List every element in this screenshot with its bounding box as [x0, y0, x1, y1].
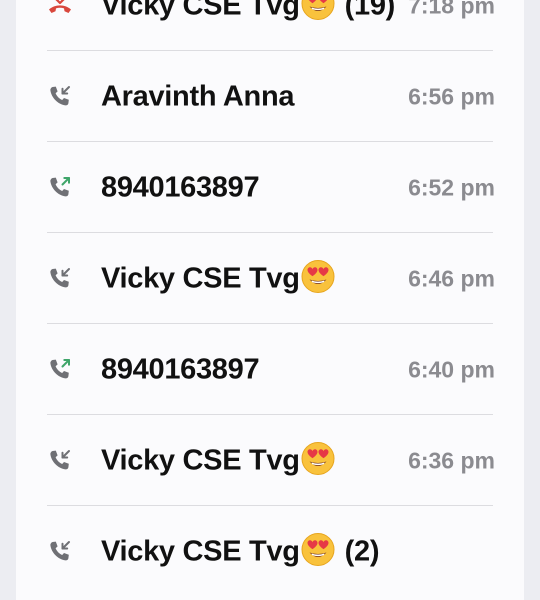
missed-call-icon: [49, 0, 71, 13]
contact-name-text: Vicky CSE Tvg: [101, 444, 300, 476]
call-log-item[interactable]: Aravinth Anna 6:56 pm: [16, 51, 524, 142]
call-time: 6:46 pm: [408, 265, 495, 291]
call-log-item[interactable]: Vicky CSE Tvg (19) 7:18 pm: [16, 0, 524, 51]
heart-eyes-emoji: [301, 441, 335, 475]
contact-name-text: 8940163897: [101, 353, 260, 385]
contact-name-text: 8940163897: [101, 171, 260, 203]
call-time: 6:52 pm: [408, 174, 495, 200]
outgoing-call-icon: [50, 176, 70, 196]
call-log-item[interactable]: 8940163897 6:40 pm: [16, 324, 524, 415]
call-log-item[interactable]: Vicky CSE Tvg (2): [16, 506, 524, 597]
call-time: 7:18 pm: [408, 0, 495, 18]
contact-name-text: Aravinth Anna: [101, 80, 295, 112]
incoming-call-icon: [50, 449, 70, 469]
call-log-list: Vicky CSE Tvg (19) 7:18 pm Aravinth Anna…: [16, 0, 524, 600]
contact-name: Vicky CSE Tvg (19): [101, 0, 395, 22]
call-time: 6:56 pm: [408, 83, 495, 109]
contact-name: Vicky CSE Tvg: [101, 441, 335, 477]
call-time: 6:40 pm: [408, 356, 495, 382]
incoming-call-icon: [50, 540, 70, 560]
call-log-item[interactable]: Vicky CSE Tvg 6:46 pm: [16, 233, 524, 324]
heart-eyes-emoji: [301, 0, 335, 20]
incoming-call-icon: [50, 267, 70, 287]
outgoing-call-icon: [50, 358, 70, 378]
contact-name: Vicky CSE Tvg: [101, 259, 335, 295]
call-time: 6:36 pm: [408, 447, 495, 473]
call-count: (19): [344, 0, 396, 21]
heart-eyes-emoji: [301, 532, 335, 566]
contact-name: 8940163897: [101, 171, 260, 204]
contact-name: Aravinth Anna: [101, 80, 295, 113]
contact-name-text: Vicky CSE Tvg: [101, 0, 300, 21]
contact-name-text: Vicky CSE Tvg: [101, 262, 300, 294]
heart-eyes-emoji: [301, 259, 335, 293]
incoming-call-icon: [50, 85, 70, 105]
call-log-item[interactable]: Vicky CSE Tvg 6:36 pm: [16, 415, 524, 506]
call-log-item[interactable]: 8940163897 6:52 pm: [16, 142, 524, 233]
contact-name: 8940163897: [101, 353, 260, 386]
